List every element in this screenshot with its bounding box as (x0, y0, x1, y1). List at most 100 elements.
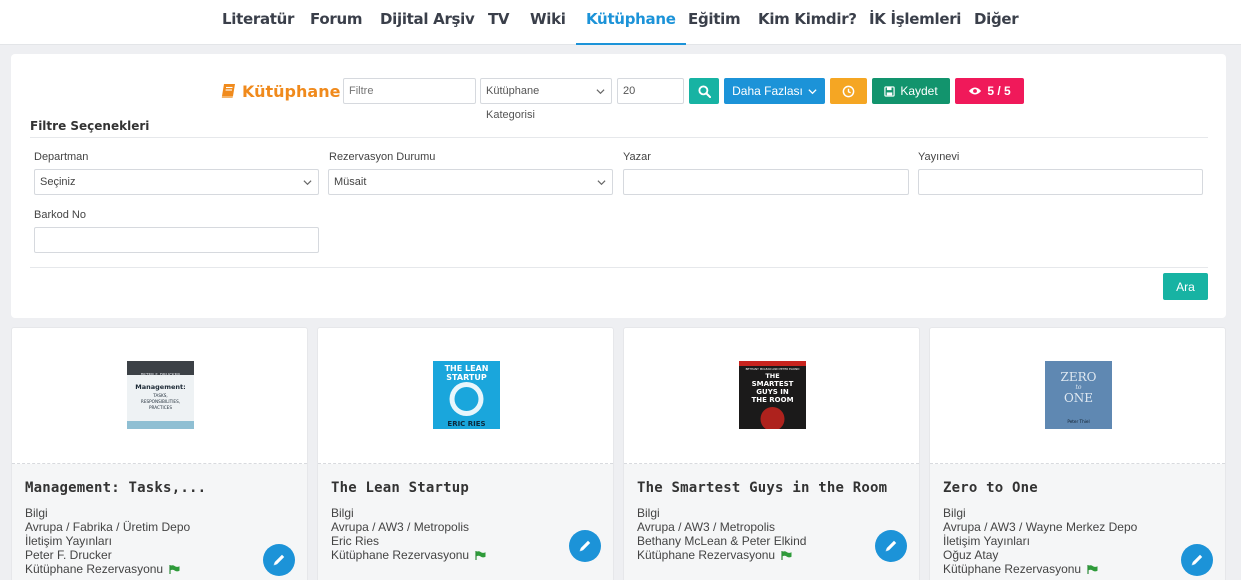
apply-search-button[interactable]: Ara (1163, 273, 1208, 300)
category-select-value: Kütüphane Kategorisi (486, 85, 540, 121)
book-card[interactable]: ZERO to ONE Peter Thiel Zero to One Bilg… (929, 327, 1226, 580)
edit-button[interactable] (569, 530, 601, 562)
cover-text: Peter Thiel (1067, 419, 1089, 424)
author-label: Yazar (623, 151, 651, 163)
book-status: Kütüphane Rezervasyonu (943, 562, 1098, 576)
pencil-icon (1191, 554, 1203, 566)
author-input[interactable] (623, 169, 909, 195)
flag-icon (475, 551, 486, 560)
book-cover-image: PETER F. DRUCKER Management: TASKS, RESP… (127, 361, 194, 429)
book-author: Oğuz Atay (943, 548, 999, 562)
book-author: Peter F. Drucker (25, 548, 112, 562)
cover-text: THE (765, 372, 779, 380)
book-card[interactable]: BETHANY MCLEAN AND PETER ELKIND THE SMAR… (623, 327, 920, 580)
more-button[interactable]: Daha Fazlası (724, 78, 825, 104)
book-details: The Lean Startup Bilgi Avrupa / AW3 / Me… (318, 464, 613, 580)
cover-text: PRACTICES (149, 405, 172, 410)
reservation-select[interactable]: Müsait (328, 169, 613, 195)
nav-item-kim-kimdir[interactable]: Kim Kimdir? (758, 0, 857, 45)
chevron-down-icon (597, 180, 606, 186)
cover-text: to (1075, 384, 1081, 391)
cover-text: SMARTEST (752, 380, 794, 388)
cover-text: BETHANY MCLEAN AND PETER ELKIND (746, 367, 800, 371)
nav-item-literatur[interactable]: Literatür (222, 0, 294, 45)
book-cover-area: THE LEAN STARTUP ERIC RIES (318, 328, 613, 464)
flag-icon (1087, 565, 1098, 574)
search-button[interactable] (689, 78, 719, 104)
book-card[interactable]: PETER F. DRUCKER Management: TASKS, RESP… (11, 327, 308, 580)
book-cover-image: ZERO to ONE Peter Thiel (1045, 361, 1112, 429)
nav-item-ik-islemleri[interactable]: İK İşlemleri (869, 0, 961, 45)
filter-panel: Kütüphane Kütüphane Kategorisi 20 Daha F… (11, 54, 1226, 318)
publisher-label: Yayınevi (918, 151, 960, 163)
book-status-text: Kütüphane Rezervasyonu (637, 548, 776, 562)
nav-item-kutuphane[interactable]: Kütüphane (576, 0, 686, 45)
cover-text: ERIC RIES (447, 420, 485, 428)
filter-input[interactable] (343, 78, 476, 104)
cover-text: GUYS IN (756, 388, 789, 396)
page-header: Kütüphane (221, 80, 340, 102)
more-button-label: Daha Fazlası (732, 84, 803, 98)
top-navigation: Literatür Forum Dijital Arşiv TV Wiki Kü… (0, 0, 1241, 45)
edit-button[interactable] (1181, 544, 1213, 576)
edit-button[interactable] (875, 530, 907, 562)
book-title[interactable]: Zero to One (943, 480, 1038, 496)
cover-text: ONE (1064, 391, 1093, 405)
views-button[interactable]: 5 / 5 (955, 78, 1024, 104)
cover-text: TASKS, (152, 393, 168, 398)
page-size-value: 20 (623, 85, 636, 97)
cover-text: THE LEAN (445, 364, 489, 373)
book-icon (221, 84, 235, 98)
department-label: Departman (34, 151, 89, 163)
book-category: Bilgi (637, 506, 660, 520)
nav-item-wiki[interactable]: Wiki (530, 0, 566, 45)
book-title[interactable]: Management: Tasks,... (25, 480, 206, 496)
save-button[interactable]: Kaydet (872, 78, 950, 104)
nav-item-diger[interactable]: Diğer (974, 0, 1019, 45)
book-card[interactable]: THE LEAN STARTUP ERIC RIES The Lean Star… (317, 327, 614, 580)
book-publisher: İletişim Yayınları (943, 534, 1030, 548)
book-publisher: Bethany McLean & Peter Elkind (637, 534, 807, 548)
chevron-down-icon (596, 89, 605, 95)
barcode-input[interactable] (34, 227, 319, 253)
nav-item-forum[interactable]: Forum (310, 0, 362, 45)
book-location: Avrupa / AW3 / Wayne Merkez Depo (943, 520, 1138, 534)
floppy-icon (884, 85, 895, 97)
history-button[interactable] (830, 78, 867, 104)
book-status-text: Kütüphane Rezervasyonu (943, 562, 1082, 576)
book-cover-area: BETHANY MCLEAN AND PETER ELKIND THE SMAR… (624, 328, 919, 464)
nav-item-tv[interactable]: TV (488, 0, 510, 45)
book-details: The Smartest Guys in the Room Bilgi Avru… (624, 464, 919, 580)
cover-text: PETER F. DRUCKER (141, 373, 181, 378)
nav-item-dijital-arsiv[interactable]: Dijital Arşiv (380, 0, 475, 45)
book-category: Bilgi (25, 506, 48, 520)
book-status: Kütüphane Rezervasyonu (637, 548, 792, 562)
book-title[interactable]: The Smartest Guys in the Room (637, 480, 887, 496)
nav-item-egitim[interactable]: Eğitim (688, 0, 741, 45)
cover-text: ZERO (1061, 370, 1097, 384)
reservation-label: Rezervasyon Durumu (329, 151, 436, 163)
divider (30, 137, 1208, 138)
reservation-select-value: Müsait (334, 176, 367, 188)
department-select-value: Seçiniz (40, 176, 76, 188)
book-status-text: Kütüphane Rezervasyonu (25, 562, 164, 576)
chevron-down-icon (808, 88, 817, 94)
department-select[interactable]: Seçiniz (34, 169, 319, 195)
views-count: 5 / 5 (987, 84, 1011, 98)
pencil-icon (273, 554, 285, 566)
filter-section-title: Filtre Seçenekleri (30, 119, 150, 133)
chevron-down-icon (303, 180, 312, 186)
book-category: Bilgi (331, 506, 354, 520)
cover-text: RESPONSIBILITIES, (141, 399, 180, 404)
edit-button[interactable] (263, 544, 295, 576)
flag-icon (781, 551, 792, 560)
page-size-input[interactable]: 20 (617, 78, 684, 104)
publisher-input[interactable] (918, 169, 1203, 195)
book-cover-image: BETHANY MCLEAN AND PETER ELKIND THE SMAR… (739, 361, 806, 429)
apply-search-label: Ara (1176, 279, 1195, 294)
book-category: Bilgi (943, 506, 966, 520)
search-icon (697, 84, 711, 98)
category-select[interactable]: Kütüphane Kategorisi (480, 78, 612, 121)
flag-icon (169, 565, 180, 574)
book-title[interactable]: The Lean Startup (331, 480, 469, 496)
